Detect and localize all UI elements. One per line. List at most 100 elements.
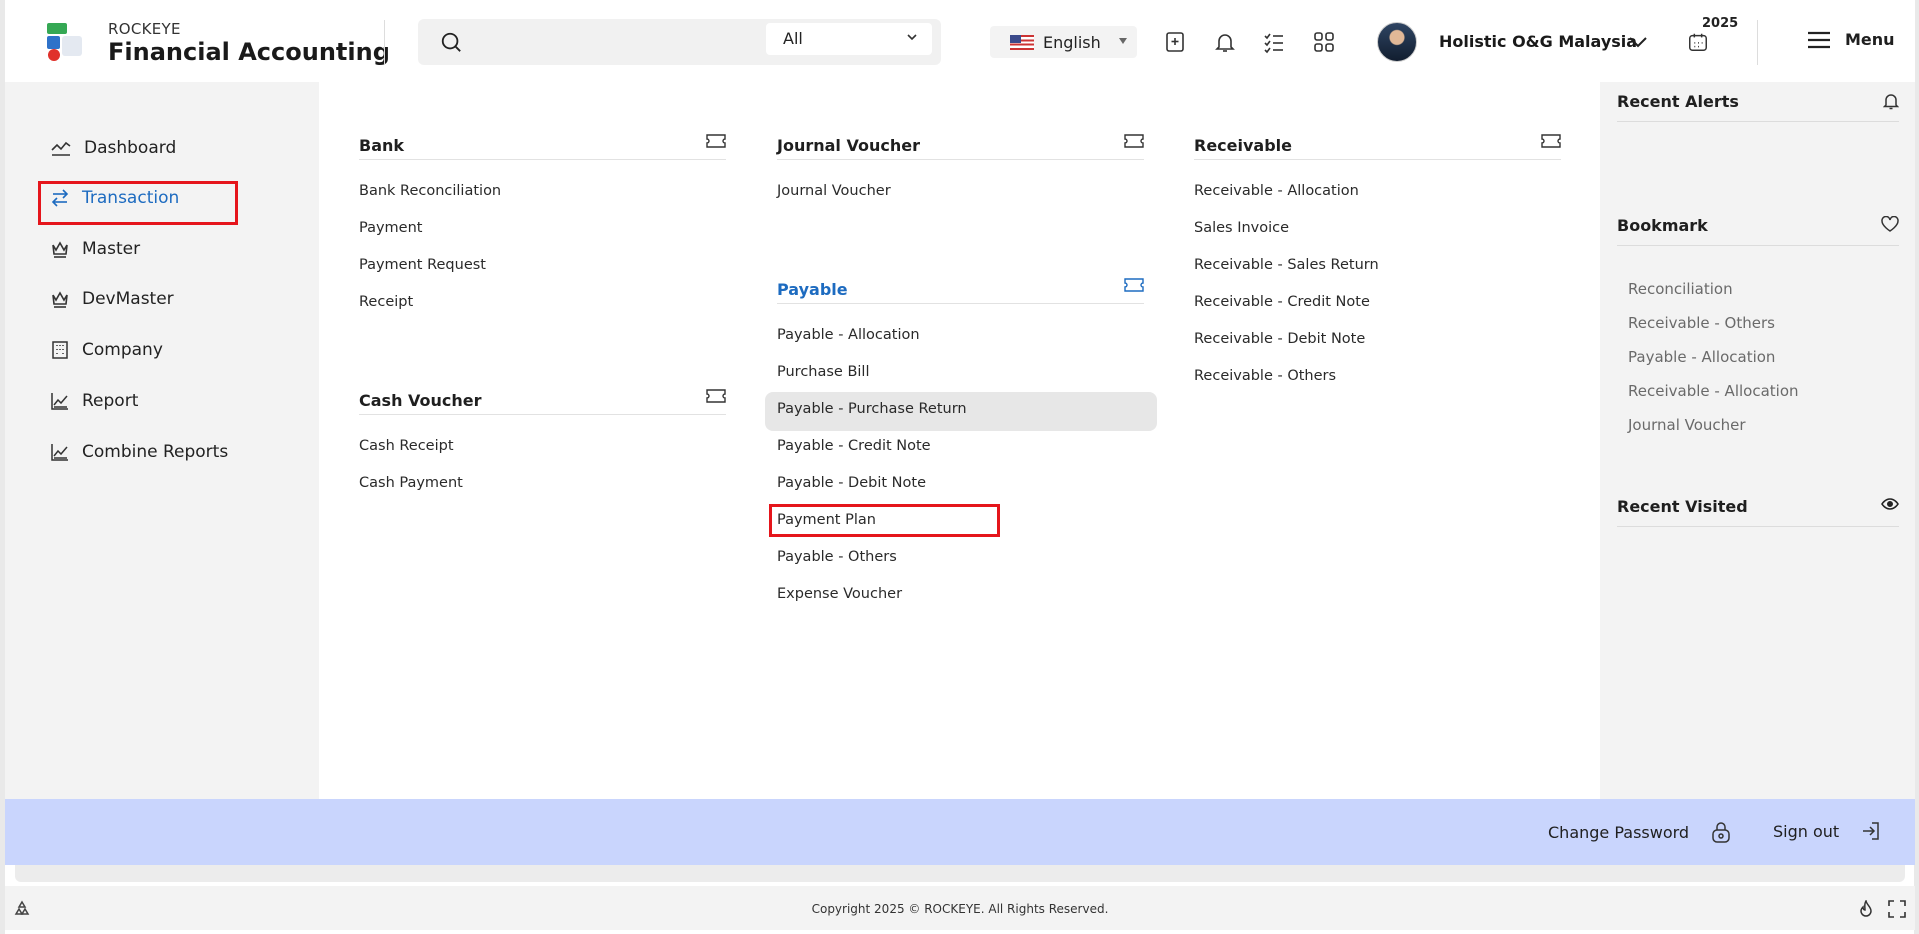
- transaction-menu-panel: Bank Bank Reconciliation Payment Payment…: [319, 82, 1600, 799]
- fire-icon[interactable]: [1857, 900, 1875, 918]
- search-icon[interactable]: [440, 31, 462, 53]
- highlight-box-transaction: [38, 181, 238, 225]
- brand-name: ROCKEYE: [108, 20, 181, 38]
- app-title: Financial Accounting: [108, 38, 390, 66]
- menu-link-receipt[interactable]: Receipt: [359, 294, 413, 310]
- search-bar[interactable]: All: [418, 19, 941, 65]
- heart-icon[interactable]: [1881, 216, 1899, 232]
- report-icon: [51, 444, 68, 461]
- group-title: Cash Voucher: [359, 391, 482, 410]
- menu-link-payable-credit-note[interactable]: Payable - Credit Note: [777, 438, 931, 454]
- search-scope-select[interactable]: All: [766, 23, 932, 55]
- hamburger-icon: [1808, 31, 1830, 48]
- bell-icon[interactable]: [1883, 92, 1899, 110]
- menu-link-payable-others[interactable]: Payable - Others: [777, 549, 897, 565]
- search-scope-value: All: [783, 29, 803, 48]
- bell-icon[interactable]: [1213, 30, 1237, 54]
- fiscal-year-badge: 2025: [1702, 16, 1739, 31]
- sidebar-item-company[interactable]: Company: [51, 340, 163, 360]
- chevron-down-icon[interactable]: [1626, 30, 1650, 54]
- language-select[interactable]: English: [990, 26, 1137, 58]
- lock-icon: [1712, 822, 1730, 843]
- menu-link-bank-reconciliation[interactable]: Bank Reconciliation: [359, 183, 501, 199]
- menu-button[interactable]: Menu: [1807, 30, 1895, 49]
- app-logo: [47, 23, 82, 61]
- menu-link-payable-purchase-return[interactable]: Payable - Purchase Return: [777, 401, 967, 417]
- eye-icon[interactable]: [1881, 497, 1899, 511]
- menu-label: Menu: [1845, 30, 1895, 49]
- header-divider: [384, 20, 385, 65]
- bookmark-item[interactable]: Payable - Allocation: [1628, 348, 1775, 366]
- sign-out-button[interactable]: Sign out: [1773, 821, 1881, 841]
- sidebar-item-label: DevMaster: [82, 289, 174, 309]
- ticket-icon[interactable]: [1124, 278, 1144, 292]
- sidebar-item-dashboard[interactable]: Dashboard: [51, 138, 176, 158]
- highlight-box-payment-plan: [769, 504, 1000, 537]
- sidebar-item-label: Company: [82, 340, 163, 360]
- bookmark-item[interactable]: Journal Voucher: [1628, 416, 1746, 434]
- bookmark-item[interactable]: Receivable - Others: [1628, 314, 1775, 332]
- company-name[interactable]: Holistic O&G Malaysia: [1439, 32, 1637, 51]
- sidebar-item-devmaster[interactable]: DevMaster: [51, 289, 174, 309]
- panel-shadow: [15, 865, 1905, 882]
- crown-icon: [52, 291, 68, 308]
- top-header: ROCKEYE Financial Accounting All English…: [5, 0, 1915, 82]
- sign-out-label: Sign out: [1773, 821, 1840, 841]
- sidebar-item-label: Dashboard: [84, 138, 177, 158]
- sidebar-item-label: Report: [82, 391, 139, 411]
- menu-link-payable-debit-note[interactable]: Payable - Debit Note: [777, 475, 926, 491]
- menu-link-expense-voucher[interactable]: Expense Voucher: [777, 586, 902, 602]
- recent-alerts-header: Recent Alerts: [1617, 82, 1899, 122]
- menu-link-receivable-others[interactable]: Receivable - Others: [1194, 368, 1336, 384]
- language-value: English: [1043, 32, 1101, 52]
- menu-link-receivable-sales-return[interactable]: Receivable - Sales Return: [1194, 257, 1379, 273]
- menu-link-receivable-credit-note[interactable]: Receivable - Credit Note: [1194, 294, 1370, 310]
- group-header-journal-voucher: Journal Voucher: [777, 126, 1144, 160]
- menu-link-payment-request[interactable]: Payment Request: [359, 257, 486, 273]
- menu-link-journal-voucher[interactable]: Journal Voucher: [777, 183, 891, 199]
- copyright-text: Copyright 2025 © ROCKEYE. All Rights Res…: [811, 902, 1109, 916]
- menu-link-payment[interactable]: Payment: [359, 220, 422, 236]
- right-panel: Recent Alerts Bookmark Reconciliation Re…: [1600, 82, 1915, 799]
- bookmark-item[interactable]: Reconciliation: [1628, 280, 1733, 298]
- sign-out-icon: [1863, 822, 1879, 840]
- ticket-icon[interactable]: [706, 134, 726, 148]
- ticket-icon[interactable]: [706, 389, 726, 403]
- avatar[interactable]: [1377, 22, 1417, 62]
- account-action-bar: Change Password Sign out: [5, 799, 1915, 865]
- sidebar-item-master[interactable]: Master: [51, 239, 140, 259]
- bookmark-header: Bookmark: [1617, 206, 1899, 246]
- group-header-bank: Bank: [359, 126, 726, 160]
- menu-link-payable-allocation[interactable]: Payable - Allocation: [777, 327, 920, 343]
- group-header-payable: Payable: [777, 270, 1144, 304]
- group-title: Payable: [777, 280, 848, 299]
- group-title: Receivable: [1194, 136, 1293, 155]
- menu-link-sales-invoice[interactable]: Sales Invoice: [1194, 220, 1289, 236]
- add-bookmark-icon[interactable]: [1163, 30, 1187, 54]
- building-icon: [52, 341, 68, 359]
- apps-grid-icon[interactable]: [1312, 30, 1336, 54]
- report-icon: [51, 393, 68, 410]
- calendar-icon[interactable]: [1687, 31, 1709, 53]
- ticket-icon[interactable]: [1541, 134, 1561, 148]
- menu-link-cash-receipt[interactable]: Cash Receipt: [359, 438, 454, 454]
- ticket-icon[interactable]: [1124, 134, 1144, 148]
- recent-alerts-title: Recent Alerts: [1617, 92, 1739, 111]
- chevron-down-icon: [907, 34, 917, 41]
- fullscreen-icon[interactable]: [1888, 900, 1906, 918]
- sidebar: Dashboard Transaction Master DevMaster C…: [5, 82, 319, 799]
- sidebar-item-report[interactable]: Report: [51, 391, 138, 411]
- checklist-icon[interactable]: [1262, 30, 1286, 54]
- menu-link-receivable-debit-note[interactable]: Receivable - Debit Note: [1194, 331, 1365, 347]
- change-password-button[interactable]: Change Password: [1548, 821, 1731, 843]
- menu-link-receivable-allocation[interactable]: Receivable - Allocation: [1194, 183, 1359, 199]
- bookmark-item[interactable]: Receivable - Allocation: [1628, 382, 1799, 400]
- group-header-cash-voucher: Cash Voucher: [359, 381, 726, 415]
- sidebar-item-label: Combine Reports: [82, 442, 229, 462]
- footer: Copyright 2025 © ROCKEYE. All Rights Res…: [5, 886, 1915, 930]
- menu-link-purchase-bill[interactable]: Purchase Bill: [777, 364, 870, 380]
- recent-visited-title: Recent Visited: [1617, 497, 1748, 516]
- recent-visited-header: Recent Visited: [1617, 487, 1899, 527]
- sidebar-item-combine-reports[interactable]: Combine Reports: [51, 442, 228, 462]
- menu-link-cash-payment[interactable]: Cash Payment: [359, 475, 463, 491]
